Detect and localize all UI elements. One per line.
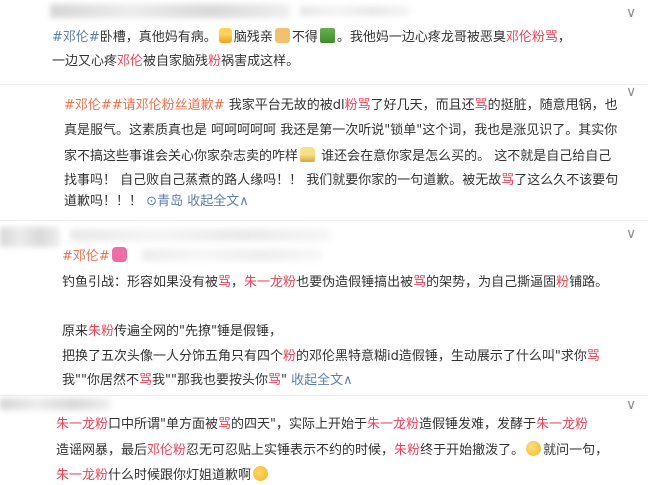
heart-icon <box>111 247 127 262</box>
blurred-text <box>142 249 322 261</box>
thinking-face-icon <box>253 466 269 481</box>
post-text-line: 道歉吗！！！ ⊙青岛 收起全文∧ <box>64 194 249 209</box>
grin-icon <box>526 441 542 456</box>
location-link[interactable]: ⊙青岛 <box>146 194 183 209</box>
post-text-line: 一边又心疼邓伦被自家脑残粉祸害成这样。 <box>52 54 300 69</box>
post-4: ∨ 朱一龙粉口中所谓"单方面被骂的四天"，实际上开始于朱一龙粉造假锤发难，发酵于… <box>0 396 648 485</box>
house-icon <box>319 28 335 43</box>
hashtag-link[interactable]: #邓伦# <box>52 30 100 45</box>
post-text-line: 我""你居然不骂我""那我也要按头你骂" 收起全文∧ <box>62 373 353 388</box>
post-text-line: 朱一龙粉口中所谓"单方面被骂的四天"，实际上开始于朱一龙粉造假锤发难，发酵于朱一… <box>56 417 589 432</box>
chevron-down-icon[interactable]: ∨ <box>626 227 636 241</box>
blurred-username <box>50 4 290 18</box>
location-pin-icon: ⊙ <box>146 194 158 209</box>
hashtag-link[interactable]: #邓伦# <box>62 249 110 264</box>
post-text-line: 钓鱼引战：形容如果没有被骂，朱一龙粉也要伪造假锤搞出被骂的架势，为自己撕逼固粉铺… <box>62 275 609 290</box>
chevron-down-icon[interactable]: ∨ <box>626 398 636 412</box>
blurred-meta <box>300 6 410 16</box>
blurred-username <box>0 398 110 410</box>
collapse-text-link[interactable]: 收起全文∧ <box>291 373 353 388</box>
beer-icon <box>218 28 232 43</box>
post-text-line: 找事吗！ 自己败自己蒸煮的路人缘吗！！ 我们就要你家的一句道歉。被无故骂了这么久… <box>64 173 619 188</box>
post-2: ∨ #邓伦##请邓伦粉丝道歉# 我家平台无故的被dl粉骂了好几天，而且还骂的挺脏… <box>0 85 648 220</box>
hashtag-link[interactable]: #邓伦##请邓伦粉丝道歉# <box>64 98 225 113</box>
chevron-down-icon[interactable]: ∨ <box>626 6 636 20</box>
post-text-line: #邓伦# <box>62 247 129 266</box>
collapse-text-link[interactable]: 收起全文∧ <box>187 194 249 209</box>
post-text-line: 把换了五次头像一人分饰五角只有四个粉的邓伦黑特意糊id造假锤，生动展示了什么叫"… <box>62 349 600 364</box>
pudding-icon <box>300 147 316 162</box>
post-3: ∨ #邓伦# 钓鱼引战：形容如果没有被骂，朱一龙粉也要伪造假锤搞出被骂的架势，为… <box>0 221 648 395</box>
post-text-line: 造谣网暴，最后邓伦粉忍无可忍贴上实锤表示不约的时候，朱粉终于开始撤泼了。 就问一句… <box>56 441 609 458</box>
post-text-line: #邓伦#卧槽，真他妈有病。 脑残亲 不得 。我他妈一边心疼龙哥被恶臭邓伦粉骂， <box>52 28 571 45</box>
person-icon <box>274 28 290 43</box>
blurred-avatar <box>0 227 60 247</box>
post-1: ∨ #邓伦#卧槽，真他妈有病。 脑残亲 不得 。我他妈一边心疼龙哥被恶臭邓伦粉骂， 一… <box>0 0 648 84</box>
blurred-username <box>70 229 330 241</box>
post-text-line: 朱一龙粉什么时候跟你灯姐道歉啊 <box>56 466 270 485</box>
post-text-line: 家不搞这些事谁会关心你家杂志卖的咋样 谁还会在意你家是怎么买的。 这不就是自己给… <box>64 147 612 164</box>
post-text-line: 原来朱粉传遍全网的"先撩"锤是假锤， <box>62 324 282 339</box>
post-text-line: #邓伦##请邓伦粉丝道歉# 我家平台无故的被dl粉骂了好几天，而且还骂的挺脏，随… <box>64 98 618 113</box>
chevron-down-icon[interactable]: ∨ <box>626 85 636 99</box>
post-text-line: 真是服气。这素质真也是 呵呵呵呵呵 我还是第一次听说"锁单"这个词，我也是涨见识… <box>64 123 618 138</box>
